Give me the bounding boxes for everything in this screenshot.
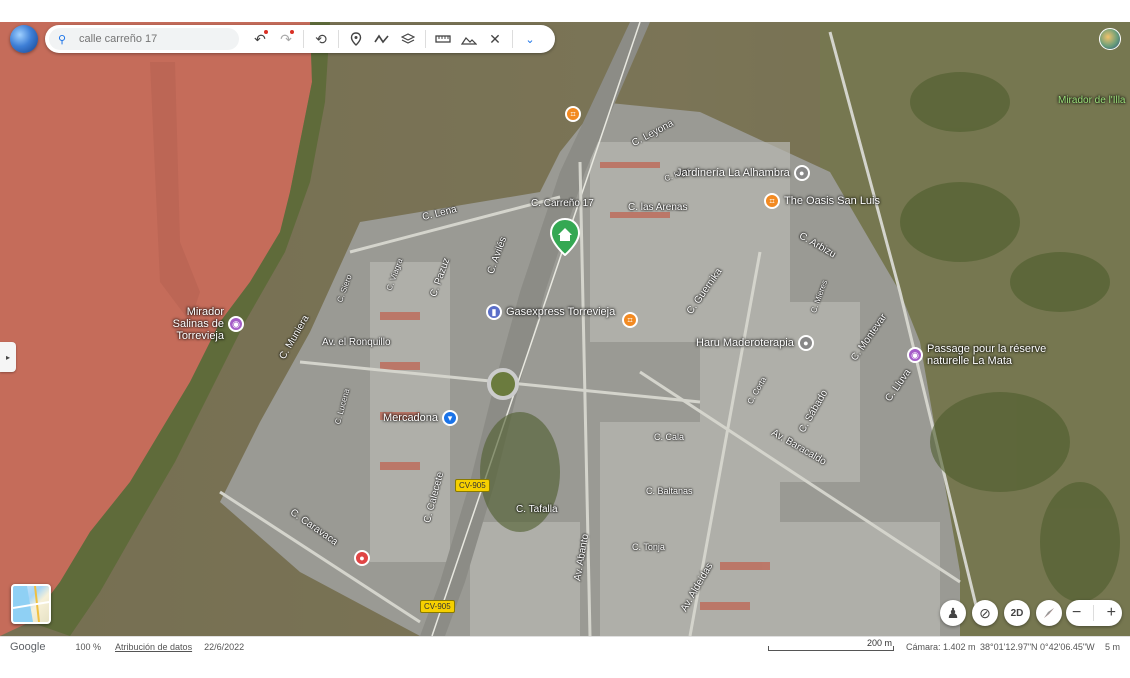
poi-label: Jardinería La Alhambra xyxy=(676,167,790,179)
scale-bar xyxy=(768,646,894,651)
scale-indicator: 200 m xyxy=(768,638,894,653)
redo-icon[interactable]: ↷ xyxy=(273,26,299,52)
compass-icon xyxy=(1044,608,1054,618)
streetview-button[interactable]: ♟ xyxy=(940,600,966,626)
shopping-icon: ▾ xyxy=(442,410,459,426)
chevron-down-icon[interactable]: ⌄ xyxy=(517,26,543,52)
road-badge: CV-905 xyxy=(455,479,490,492)
toolbar-divider xyxy=(338,30,339,48)
poi-label: Gasexpress Torrevieja xyxy=(506,306,616,318)
street-label: C. las Arenas xyxy=(628,202,688,213)
restaurant-icon[interactable]: ⌗ xyxy=(622,312,638,328)
poi-label: The Oasis San Luis xyxy=(784,195,880,207)
pin-grey-icon: ● xyxy=(797,335,814,351)
street-label: C. Tonja xyxy=(632,542,665,552)
google-brand: Google xyxy=(10,640,46,653)
restaurant-icon: ⌗ xyxy=(764,193,780,209)
poi-label: Haru Maderoterapia xyxy=(696,337,794,349)
tools-icon[interactable]: ✕ xyxy=(482,26,508,52)
poi-la-mata[interactable]: ◉ Passage pour la réserve naturelle La M… xyxy=(907,343,1047,367)
satellite-map[interactable]: C. Leyona C. Hijar C. Lena C. Carreño 17… xyxy=(0,22,1130,636)
zoom-percent: 100 % xyxy=(75,641,102,652)
poi-oasis[interactable]: ⌗ The Oasis San Luis xyxy=(764,193,880,209)
compass-off-icon: ⊘ xyxy=(979,604,991,621)
tilt-reset-button[interactable]: ⊘ xyxy=(972,600,998,626)
toolbar: ⚲ ↶ ↷ ⟲ ✕ ⌄ xyxy=(45,25,555,53)
gas-station-icon: ▮ xyxy=(486,304,502,320)
poi-haru[interactable]: Haru Maderoterapia ● xyxy=(696,335,814,351)
side-panel-toggle[interactable]: ▸ xyxy=(0,342,16,372)
zoom-in-button[interactable]: + xyxy=(1107,604,1116,622)
street-label: C. Tafalla xyxy=(516,504,558,515)
street-label: C. Baltanas xyxy=(646,486,693,496)
poi-label: Mirador Salinas de Torrevieja xyxy=(172,306,224,342)
ruler-icon[interactable] xyxy=(430,26,456,52)
search-input[interactable] xyxy=(79,33,239,45)
coordinates: 38°01'12.97"N 0°42'06.45"W xyxy=(980,642,1095,652)
chevron-right-icon: ▸ xyxy=(5,352,10,362)
zoom-divider xyxy=(1093,605,1095,621)
imagery-date: 22/6/2022 xyxy=(204,641,245,652)
map-style-thumbnail[interactable] xyxy=(11,584,51,624)
poi-label: Mercadona xyxy=(383,412,439,424)
elevation: 5 m xyxy=(1105,642,1121,652)
poi-mirador-salinas[interactable]: Mirador Salinas de Torrevieja ◉ xyxy=(148,306,244,342)
map-style-icon xyxy=(13,586,49,622)
toolbar-divider xyxy=(303,30,304,48)
status-bar: Google 100 % Atribución de datos 22/6/20… xyxy=(0,636,1130,656)
poi-label: Mirador de l'Illa xyxy=(1058,95,1126,106)
road-badge: CV-905 xyxy=(420,600,455,613)
data-attribution-link[interactable]: Atribución de datos xyxy=(115,642,192,652)
placemark-icon[interactable] xyxy=(343,26,369,52)
layers-icon[interactable] xyxy=(395,26,421,52)
view-mode-button[interactable]: 2D xyxy=(1004,600,1030,626)
poi-label: Passage pour la réserve naturelle La Mat… xyxy=(927,343,1047,367)
restaurant-icon[interactable]: ⌗ xyxy=(565,106,581,122)
poi-gasexpress[interactable]: ▮ Gasexpress Torrevieja xyxy=(486,304,615,320)
toolbar-divider xyxy=(512,30,513,48)
street-label: Av. el Ronquillo xyxy=(322,337,391,348)
pin-red-icon[interactable]: ● xyxy=(354,550,370,566)
poi-mercadona[interactable]: Mercadona ▾ xyxy=(383,410,459,426)
home-pin-icon[interactable] xyxy=(550,218,580,256)
camera-icon: ◉ xyxy=(228,316,244,332)
poi-jardineria[interactable]: Jardinería La Alhambra ● xyxy=(676,165,810,181)
street-label: C. Cala xyxy=(654,432,685,442)
pegman-icon: ♟ xyxy=(946,604,960,621)
account-avatar[interactable] xyxy=(1099,28,1121,50)
pin-grey-icon: ● xyxy=(793,165,810,181)
undo-icon[interactable]: ↶ xyxy=(247,26,273,52)
poi-mirador-illa[interactable]: Mirador de l'Illa xyxy=(1058,95,1126,106)
zoom-out-button[interactable]: − xyxy=(1072,604,1081,622)
search-box[interactable]: ⚲ xyxy=(49,28,239,50)
search-icon: ⚲ xyxy=(57,33,67,46)
camera-icon: ◉ xyxy=(907,347,923,363)
google-earth-window: C. Leyona C. Hijar C. Lena C. Carreño 17… xyxy=(0,0,1130,678)
history-icon[interactable]: ⟲ xyxy=(308,26,334,52)
path-icon[interactable] xyxy=(369,26,395,52)
toolbar-divider xyxy=(425,30,426,48)
zoom-control: − + xyxy=(1066,600,1122,626)
image-icon[interactable] xyxy=(456,26,482,52)
earth-logo-icon[interactable] xyxy=(10,25,38,53)
camera-altitude: Cámara: 1.402 m xyxy=(906,642,976,652)
view-mode-label: 2D xyxy=(1010,607,1024,619)
street-label: C. Carreño 17 xyxy=(531,198,594,209)
compass-button[interactable] xyxy=(1036,600,1062,626)
